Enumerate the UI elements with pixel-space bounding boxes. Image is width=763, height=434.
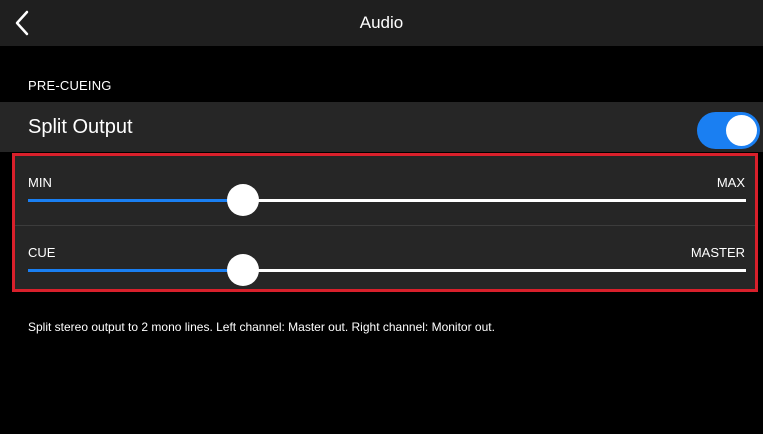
navigation-bar: Audio xyxy=(0,0,763,46)
split-output-toggle[interactable] xyxy=(697,112,760,149)
slider-max-label: MAX xyxy=(716,175,745,190)
slider-cue-label: CUE xyxy=(28,245,56,260)
toggle-knob xyxy=(726,115,757,146)
cue-master-slider-row: CUE MASTER xyxy=(15,226,755,292)
page-title: Audio xyxy=(359,13,404,32)
slider-min-label: MIN xyxy=(28,175,52,190)
min-max-slider-row: MIN MAX xyxy=(15,156,755,222)
section-header-pre-cueing: PRE-CUEING xyxy=(28,78,112,93)
cue-master-slider[interactable] xyxy=(28,254,746,286)
slider-thumb[interactable] xyxy=(227,184,260,216)
min-max-slider[interactable] xyxy=(28,184,746,216)
slider-master-label: MASTER xyxy=(690,245,745,260)
slider-fill xyxy=(28,199,244,202)
slider-fill xyxy=(28,269,244,272)
split-output-description: Split stereo output to 2 mono lines. Lef… xyxy=(28,320,495,334)
slider-thumb[interactable] xyxy=(227,254,260,286)
sliders-highlight-box: MIN MAX CUE MASTER xyxy=(12,153,758,292)
split-output-label: Split Output xyxy=(28,116,133,138)
split-output-row: Split Output xyxy=(0,102,763,152)
